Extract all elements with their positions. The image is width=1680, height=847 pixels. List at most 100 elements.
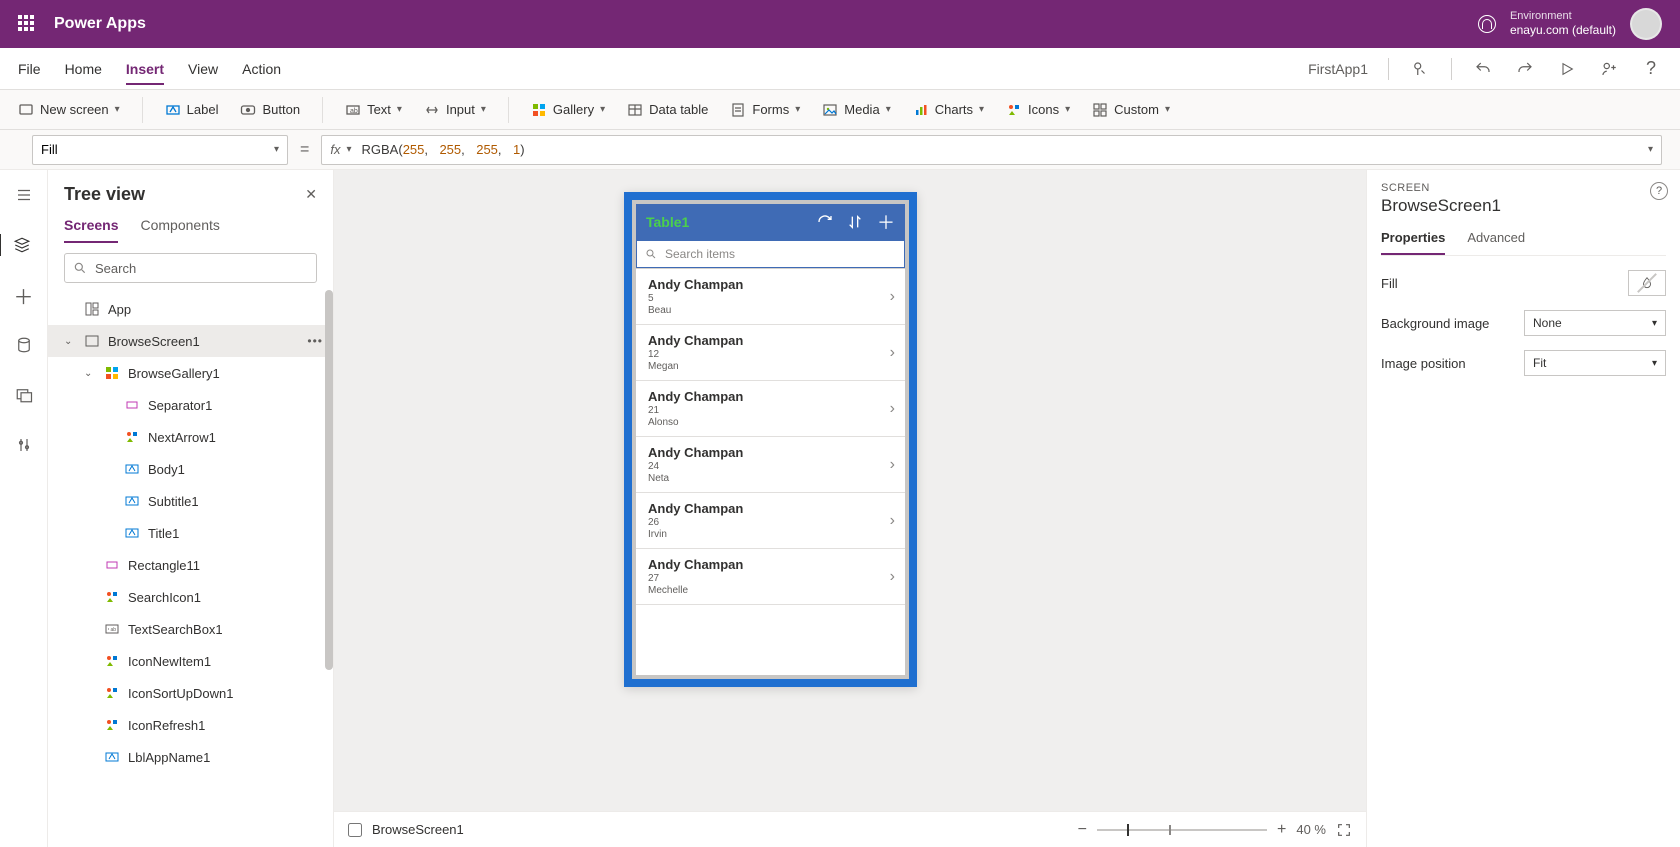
tree-item[interactable]: NextArrow1 xyxy=(48,421,333,453)
ribbon-button[interactable]: Button xyxy=(240,102,300,118)
tree-item[interactable]: abTextSearchBox1 xyxy=(48,613,333,645)
bg-image-select[interactable]: None▾ xyxy=(1524,310,1666,336)
zoom-out-button[interactable]: − xyxy=(1078,821,1087,839)
design-canvas[interactable]: Table1 ＋ Search items Andy Champan5Bea xyxy=(334,170,1366,847)
tree-item[interactable]: Subtitle1 xyxy=(48,485,333,517)
menu-home[interactable]: Home xyxy=(65,61,102,77)
data-icon[interactable] xyxy=(13,334,35,356)
tree-item-label: IconSortUpDown1 xyxy=(128,686,234,701)
tab-components[interactable]: Components xyxy=(140,217,219,243)
chevron-down-icon[interactable]: ⌄ xyxy=(84,368,96,379)
ribbon-forms[interactable]: Forms▾ xyxy=(730,102,800,118)
ribbon-label[interactable]: Label xyxy=(165,102,219,118)
tree-item[interactable]: Title1 xyxy=(48,517,333,549)
fill-color-picker[interactable] xyxy=(1628,270,1666,296)
ribbon-media[interactable]: Media▾ xyxy=(822,102,890,118)
tree-item[interactable]: Separator1 xyxy=(48,389,333,421)
ribbon-text[interactable]: ab Text▾ xyxy=(345,102,402,118)
app-checker-icon[interactable] xyxy=(1409,58,1431,80)
menu-insert[interactable]: Insert xyxy=(126,61,164,85)
ribbon-custom[interactable]: Custom▾ xyxy=(1092,102,1170,118)
tree-item[interactable]: Rectangle11 xyxy=(48,549,333,581)
formula-input[interactable]: fx ▾ RGBA(255, 255, 255, 1) ▾ xyxy=(321,135,1662,165)
ribbon-icons[interactable]: Icons▾ xyxy=(1006,102,1070,118)
tree-item[interactable]: Body1 xyxy=(48,453,333,485)
redo-icon[interactable] xyxy=(1514,58,1536,80)
tab-properties[interactable]: Properties xyxy=(1381,230,1445,255)
ribbon-gallery[interactable]: Gallery▾ xyxy=(531,102,605,118)
list-item[interactable]: Andy Champan12Megan› xyxy=(636,325,905,381)
chevron-right-icon[interactable]: › xyxy=(890,512,895,530)
zoom-slider[interactable] xyxy=(1097,829,1267,831)
svg-text:ab: ab xyxy=(111,627,117,633)
fx-icon: fx xyxy=(330,142,340,157)
tree-item[interactable]: LblAppName1 xyxy=(48,741,333,773)
waffle-icon[interactable] xyxy=(18,15,36,33)
tree-item[interactable]: ⌄BrowseScreen1••• xyxy=(48,325,333,357)
screen-checkbox[interactable] xyxy=(348,823,362,837)
app-screen: Table1 ＋ Search items Andy Champan5Bea xyxy=(636,204,905,675)
app-search-input[interactable]: Search items xyxy=(636,240,905,268)
ribbon-input[interactable]: Input▾ xyxy=(424,102,486,118)
tree-item-label: BrowseGallery1 xyxy=(128,366,220,381)
tree-item[interactable]: SearchIcon1 xyxy=(48,581,333,613)
fullscreen-icon[interactable] xyxy=(1336,822,1352,838)
chevron-down-icon[interactable]: ▾ xyxy=(1648,144,1653,155)
chevron-right-icon[interactable]: › xyxy=(890,456,895,474)
item-title: Andy Champan xyxy=(648,501,893,516)
tools-icon[interactable] xyxy=(13,434,35,456)
image-position-select[interactable]: Fit▾ xyxy=(1524,350,1666,376)
list-item[interactable]: Andy Champan24Neta› xyxy=(636,437,905,493)
tab-screens[interactable]: Screens xyxy=(64,217,118,243)
ribbon-charts[interactable]: Charts▾ xyxy=(913,102,984,118)
search-icon xyxy=(645,248,657,260)
menu-file[interactable]: File xyxy=(18,61,41,77)
chevron-down-icon[interactable]: ⌄ xyxy=(64,336,76,347)
chevron-down-icon[interactable]: ▾ xyxy=(346,144,351,155)
user-avatar[interactable] xyxy=(1630,8,1662,40)
ribbon-data-table[interactable]: Data table xyxy=(627,102,708,118)
app-name[interactable]: FirstApp1 xyxy=(1308,61,1368,77)
tab-advanced[interactable]: Advanced xyxy=(1467,230,1525,255)
menu-view[interactable]: View xyxy=(188,61,218,77)
add-icon[interactable]: ＋ xyxy=(877,209,895,235)
tree-item[interactable]: IconRefresh1 xyxy=(48,709,333,741)
list-item[interactable]: Andy Champan5Beau› xyxy=(636,269,905,325)
list-item[interactable]: Andy Champan26Irvin› xyxy=(636,493,905,549)
scrollbar[interactable] xyxy=(325,290,333,720)
screen-icon xyxy=(84,333,100,349)
chevron-right-icon[interactable]: › xyxy=(890,568,895,586)
list-item[interactable]: Andy Champan27Mechelle› xyxy=(636,549,905,605)
tree-item[interactable]: App xyxy=(48,293,333,325)
refresh-icon[interactable] xyxy=(817,214,833,230)
property-selector[interactable]: Fill ▾ xyxy=(32,135,288,165)
tree-item[interactable]: ⌄ BrowseGallery1 xyxy=(48,357,333,389)
help-icon[interactable]: ? xyxy=(1650,182,1668,200)
share-icon[interactable] xyxy=(1598,58,1620,80)
sort-icon[interactable] xyxy=(847,214,863,230)
tree-item[interactable]: IconSortUpDown1 xyxy=(48,677,333,709)
add-icon[interactable]: ＋ xyxy=(13,284,35,306)
list-item[interactable]: Andy Champan21Alonso› xyxy=(636,381,905,437)
ribbon-new-screen[interactable]: New screen▾ xyxy=(18,102,120,118)
tree-view-panel: Tree view ✕ Screens Components Search Ap… xyxy=(48,170,334,847)
tree-item-label: NextArrow1 xyxy=(148,430,216,445)
close-icon[interactable]: ✕ xyxy=(305,186,317,203)
overflow-icon[interactable]: ••• xyxy=(307,334,323,348)
help-icon[interactable]: ? xyxy=(1640,58,1662,80)
play-icon[interactable] xyxy=(1556,58,1578,80)
menu-bar: File Home Insert View Action FirstApp1 ? xyxy=(0,48,1680,90)
chevron-right-icon[interactable]: › xyxy=(890,344,895,362)
zoom-in-button[interactable]: + xyxy=(1277,821,1286,839)
environment-picker[interactable]: Environment enayu.com (default) xyxy=(1510,10,1616,39)
tree-search-input[interactable]: Search xyxy=(64,253,317,283)
undo-icon[interactable] xyxy=(1472,58,1494,80)
hamburger-icon[interactable] xyxy=(13,184,35,206)
media-icon[interactable] xyxy=(13,384,35,406)
menu-action[interactable]: Action xyxy=(242,61,281,77)
prop-fill-label: Fill xyxy=(1381,276,1398,291)
chevron-right-icon[interactable]: › xyxy=(890,288,895,306)
chevron-right-icon[interactable]: › xyxy=(890,400,895,418)
tree-item[interactable]: IconNewItem1 xyxy=(48,645,333,677)
tree-view-icon[interactable] xyxy=(0,234,46,256)
